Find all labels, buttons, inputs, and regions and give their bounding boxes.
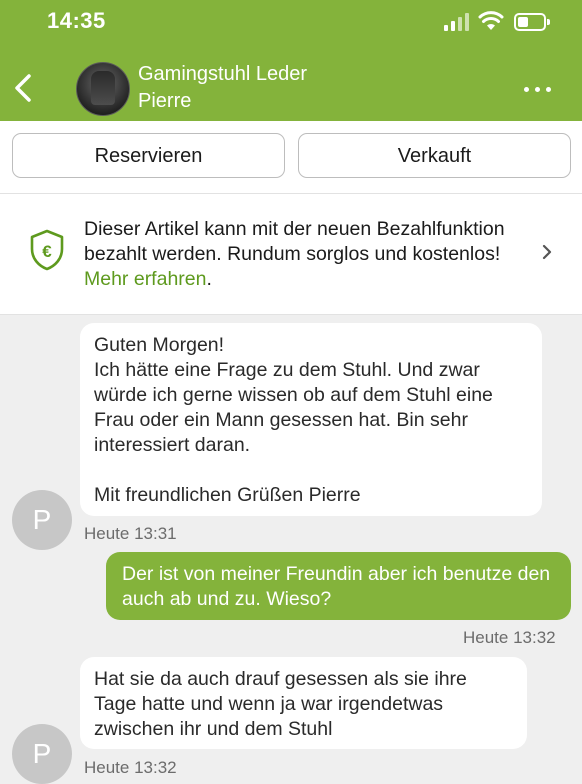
- payment-info-body: Dieser Artikel kann mit der neuen Bezahl…: [84, 218, 505, 265]
- message-bubble-incoming: Hat sie da auch drauf gesessen als sie i…: [80, 657, 527, 749]
- avatar[interactable]: P: [12, 724, 72, 784]
- learn-more-link[interactable]: Mehr erfahren: [84, 268, 206, 290]
- avatar[interactable]: P: [12, 490, 72, 550]
- message-text: Der ist von meiner Freundin aber ich ben…: [122, 563, 556, 610]
- euro-shield-icon: €: [30, 229, 64, 271]
- payment-info-period: .: [206, 268, 212, 290]
- message-text: Guten Morgen! Ich hätte eine Frage zu de…: [94, 334, 493, 506]
- top-app-bar: 14:35 Gamingstuhl Leder Pierre: [0, 0, 582, 121]
- chevron-right-icon: [542, 244, 552, 260]
- message-text: Hat sie da auch drauf gesessen als sie i…: [94, 668, 472, 740]
- chat-partner-name[interactable]: Pierre: [138, 90, 191, 113]
- payment-info-text: Dieser Artikel kann mit der neuen Bezahl…: [84, 217, 524, 292]
- signal-icon: [444, 13, 470, 31]
- listing-avatar[interactable]: [76, 62, 130, 116]
- message-timestamp: Heute 13:32: [463, 628, 556, 647]
- reserve-button[interactable]: Reservieren: [12, 133, 285, 178]
- status-time: 14:35: [47, 8, 106, 33]
- message-timestamp: Heute 13:31: [84, 524, 177, 543]
- wifi-icon: [478, 11, 504, 30]
- more-dots-icon[interactable]: [524, 85, 552, 95]
- message-timestamp: Heute 13:32: [84, 758, 177, 777]
- message-bubble-outgoing: Der ist von meiner Freundin aber ich ben…: [106, 552, 571, 620]
- battery-icon: [514, 13, 550, 31]
- svg-text:€: €: [42, 242, 52, 261]
- back-chevron-icon[interactable]: [10, 68, 36, 108]
- action-bar: Reservieren Verkauft: [0, 121, 582, 194]
- sold-button[interactable]: Verkauft: [298, 133, 571, 178]
- chat-title[interactable]: Gamingstuhl Leder: [138, 63, 307, 86]
- payment-info-banner[interactable]: € Dieser Artikel kann mit der neuen Beza…: [0, 194, 582, 315]
- status-icons: [444, 10, 554, 34]
- message-bubble-incoming: Guten Morgen! Ich hätte eine Frage zu de…: [80, 323, 542, 516]
